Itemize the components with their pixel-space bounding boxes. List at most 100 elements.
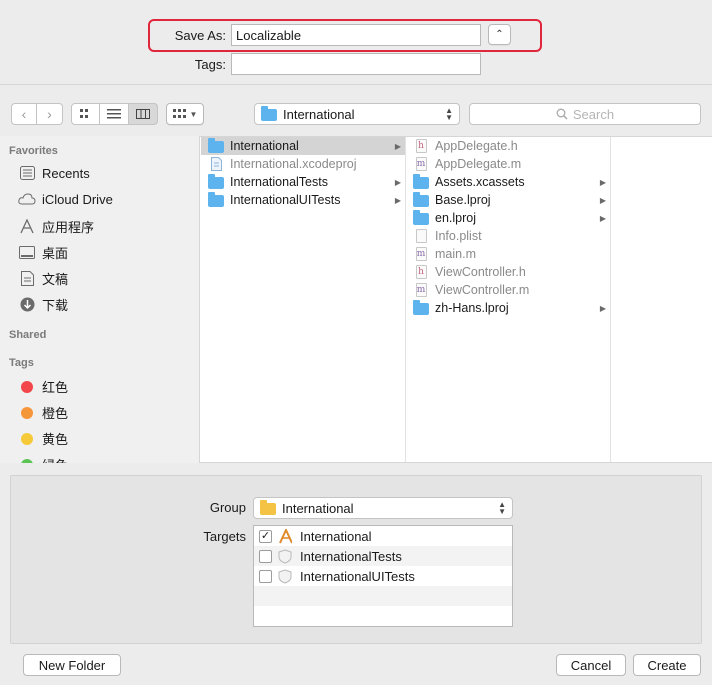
list-item[interactable]: Info.plist (406, 227, 610, 245)
implementation-file-icon: m (415, 247, 427, 261)
list-item[interactable]: zh-Hans.lproj ▶ (406, 299, 610, 317)
item-name: Base.lproj (435, 193, 491, 207)
sidebar-item-downloads[interactable]: 下载 (18, 295, 68, 314)
chevron-right-icon: › (47, 106, 52, 122)
disclosure-arrow-icon: ▶ (394, 177, 401, 187)
sidebar-item-recents[interactable]: Recents (18, 165, 90, 181)
target-checkbox[interactable] (259, 549, 272, 563)
item-name: ViewController.m (435, 283, 530, 297)
target-name: InternationalTests (300, 548, 402, 564)
tags-field[interactable] (231, 53, 481, 75)
disclosure-arrow-icon: ▶ (394, 195, 401, 205)
new-folder-button[interactable]: New Folder (23, 654, 121, 676)
icon-view-button[interactable] (71, 103, 100, 125)
target-row[interactable]: ✓ International (254, 526, 512, 546)
tag-dot-icon (21, 432, 33, 445)
app-target-icon (278, 528, 292, 543)
sidebar-tag-red[interactable]: 红色 (18, 377, 68, 396)
columns-icon (136, 109, 150, 119)
location-popup[interactable]: International ▲ ▼ (254, 103, 460, 125)
desktop-icon (18, 245, 36, 261)
folder-icon (413, 210, 429, 225)
item-name: AppDelegate.m (435, 157, 522, 171)
list-item[interactable]: m AppDelegate.m (406, 155, 610, 173)
disclosure-arrow-icon: ▶ (394, 141, 401, 151)
target-row[interactable]: InternationalUITests (254, 566, 512, 586)
sidebar-item-label: 文稿 (42, 272, 69, 287)
divider (0, 84, 712, 85)
sidebar-tag-green[interactable]: 绿色 (18, 455, 68, 463)
sidebar-item-documents[interactable]: 文稿 (18, 269, 68, 288)
save-as-field[interactable]: Localizable (231, 24, 481, 46)
target-row[interactable]: InternationalTests (254, 546, 512, 566)
item-name: Info.plist (435, 229, 482, 243)
location-label: International (283, 106, 355, 122)
forward-button[interactable]: › (37, 103, 63, 125)
sidebar-item-label: 黄色 (42, 432, 69, 447)
cancel-button[interactable]: Cancel (556, 654, 626, 676)
tag-dot-icon (21, 380, 33, 393)
browser-column-2: h AppDelegate.h m AppDelegate.m Assets.x… (406, 137, 611, 462)
sidebar-item-icloud[interactable]: iCloud Drive (18, 191, 113, 207)
cloud-icon (18, 191, 36, 207)
tag-dot-icon (21, 406, 33, 419)
sidebar-item-label: 橙色 (42, 406, 69, 421)
folder-icon (261, 106, 277, 121)
save-as-label: Save As: (174, 28, 226, 43)
sidebar-item-desktop[interactable]: 桌面 (18, 243, 68, 262)
sidebar-item-label: 绿色 (42, 455, 68, 463)
search-field[interactable]: Search (469, 103, 701, 125)
folder-icon (413, 192, 429, 207)
downloads-icon (18, 297, 36, 313)
nav-buttons: ‹ › (11, 103, 63, 125)
list-item[interactable]: m ViewController.m (406, 281, 610, 299)
list-item[interactable]: en.lproj ▶ (406, 209, 610, 227)
group-by-button[interactable]: ▼ (166, 103, 204, 125)
plist-file-icon (415, 229, 427, 243)
sidebar-item-applications[interactable]: 应用程序 (18, 217, 94, 236)
collapse-button[interactable]: ⌃ (488, 24, 511, 45)
sidebar-item-label: Recents (42, 165, 90, 181)
clock-icon (18, 165, 36, 181)
browser-column-1: International ▶ International.xcodeproj … (201, 137, 406, 462)
list-item[interactable]: InternationalUITests ▶ (201, 191, 405, 209)
list-item[interactable]: International ▶ (201, 137, 405, 155)
targets-label: Targets (203, 529, 246, 544)
tags-label: Tags: (194, 57, 226, 72)
folder-icon (413, 174, 429, 189)
implementation-file-icon: m (415, 283, 427, 297)
list-item[interactable]: Base.lproj ▶ (406, 191, 610, 209)
view-mode-buttons (71, 103, 158, 125)
list-item[interactable]: m main.m (406, 245, 610, 263)
target-checkbox[interactable] (259, 569, 272, 583)
folder-icon (208, 192, 224, 207)
item-name: ViewController.h (435, 265, 526, 279)
sidebar-tag-orange[interactable]: 橙色 (18, 403, 68, 422)
column-view-button[interactable] (129, 103, 158, 125)
create-button[interactable]: Create (633, 654, 701, 676)
empty-row (254, 586, 512, 606)
sidebar: Favorites Recents iCloud Drive 应用程序 桌面 文… (0, 136, 200, 463)
grid-list-icon (172, 109, 186, 118)
folder-icon (208, 174, 224, 189)
target-checkbox[interactable]: ✓ (259, 529, 272, 543)
list-item[interactable]: International.xcodeproj (201, 155, 405, 173)
target-name: International (300, 528, 372, 544)
list-item[interactable]: h AppDelegate.h (406, 137, 610, 155)
list-view-button[interactable] (100, 103, 129, 125)
search-icon (556, 108, 568, 120)
sidebar-item-label: 应用程序 (42, 220, 95, 235)
tag-dot-icon (21, 458, 33, 463)
sidebar-tag-yellow[interactable]: 黄色 (18, 429, 68, 448)
back-button[interactable]: ‹ (11, 103, 37, 125)
chevron-down-icon: ▼ (189, 109, 198, 119)
grid-icon (79, 109, 88, 118)
list-item[interactable]: h ViewController.h (406, 263, 610, 281)
favorites-header: Favorites (9, 145, 58, 157)
group-popup[interactable]: International ▲ ▼ (253, 497, 513, 519)
list-item[interactable]: InternationalTests ▶ (201, 173, 405, 191)
item-name: InternationalUITests (230, 193, 341, 207)
list-item[interactable]: Assets.xcassets ▶ (406, 173, 610, 191)
target-name: InternationalUITests (300, 568, 415, 584)
updown-icon: ▲ ▼ (498, 500, 506, 516)
